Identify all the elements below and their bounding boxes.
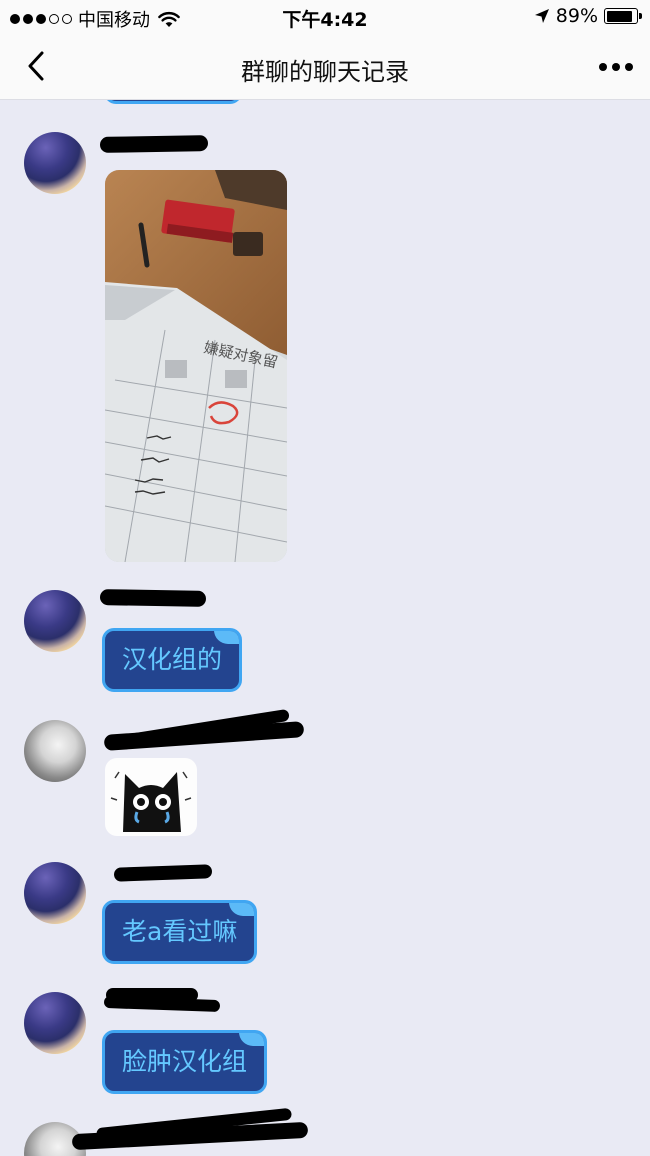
battery-icon bbox=[604, 8, 642, 24]
message-bubble[interactable]: 脸肿汉化组 bbox=[102, 1030, 268, 1094]
chat-history[interactable]: 嫌疑对象留 汉化组的 老a看过嘛 脸肿汉化组 bbox=[0, 100, 650, 1156]
battery-group: 89% bbox=[534, 5, 642, 27]
photo-image: 嫌疑对象留 bbox=[105, 170, 287, 562]
photo-message[interactable]: 嫌疑对象留 bbox=[105, 170, 287, 562]
battery-percent: 89% bbox=[555, 5, 598, 27]
redaction-mark bbox=[99, 135, 209, 153]
location-arrow-icon bbox=[534, 9, 549, 23]
crying-cat-sticker-icon bbox=[110, 771, 192, 832]
redaction-mark bbox=[113, 864, 213, 882]
sticker-message[interactable] bbox=[105, 758, 197, 836]
message-bubble[interactable]: 汉化组的 bbox=[102, 628, 243, 692]
avatar[interactable] bbox=[24, 132, 86, 194]
more-dots-icon bbox=[599, 63, 633, 71]
avatar[interactable] bbox=[24, 862, 86, 924]
avatar[interactable] bbox=[24, 992, 86, 1054]
redaction-mark bbox=[99, 589, 207, 607]
more-options-button[interactable] bbox=[596, 52, 636, 82]
avatar[interactable] bbox=[24, 590, 86, 652]
redaction-mark bbox=[103, 995, 221, 1013]
message-bubble[interactable]: 老a看过嘛 bbox=[102, 900, 258, 964]
navigation-bar: 群聊的聊天记录 bbox=[0, 34, 650, 100]
battery-level-fill bbox=[606, 10, 633, 22]
avatar[interactable] bbox=[24, 720, 86, 782]
page-title: 群聊的聊天记录 bbox=[241, 58, 409, 86]
previous-bubble-edge bbox=[104, 100, 242, 104]
status-bar: 中国移动 下午4:42 89% bbox=[0, 0, 650, 34]
